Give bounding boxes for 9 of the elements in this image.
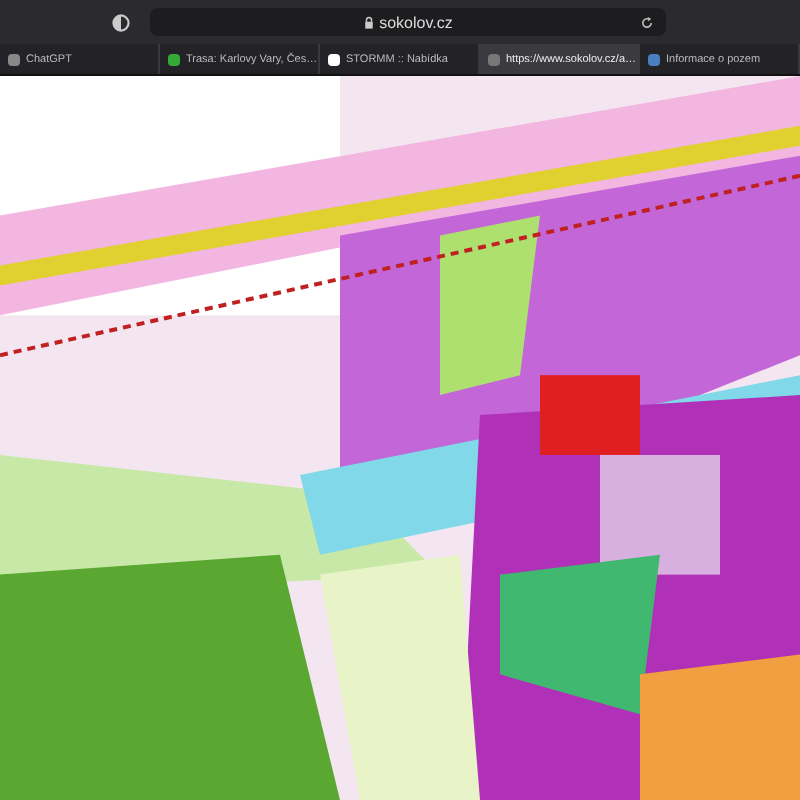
reload-icon[interactable] [640, 15, 654, 29]
favicon-icon [168, 53, 180, 65]
lock-icon [363, 15, 374, 29]
favicon-icon [8, 53, 20, 65]
favicon-icon [328, 53, 340, 65]
favicon-icon [488, 53, 500, 65]
favicon-icon [648, 53, 660, 65]
address-bar[interactable]: sokolov.cz [150, 8, 666, 36]
url-text: sokolov.cz [379, 13, 453, 31]
